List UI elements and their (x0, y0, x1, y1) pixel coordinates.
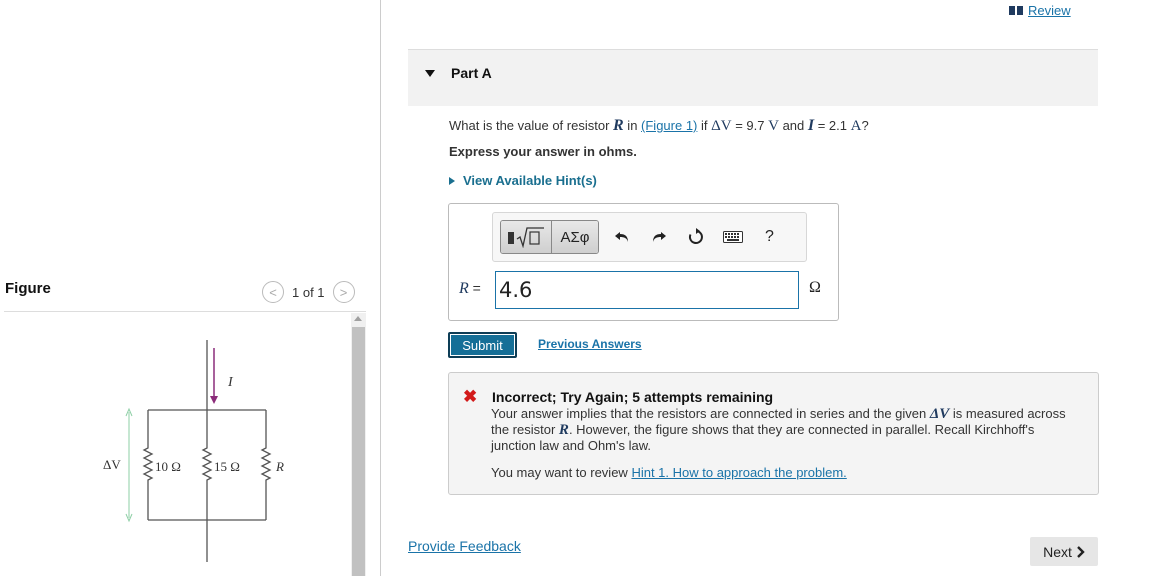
square-root-template-icon (508, 227, 544, 248)
resistor-10-ohm (142, 410, 154, 520)
prev-figure-button[interactable]: < (262, 281, 284, 303)
provide-feedback-link[interactable]: Provide Feedback (408, 538, 521, 554)
voltage-label: ΔV (103, 457, 121, 472)
collapse-arrow-icon[interactable] (425, 70, 435, 77)
question-text: What is the value of resistor R in (Figu… (449, 117, 869, 134)
view-hints-link[interactable]: View Available Hint(s) (449, 173, 597, 188)
figure-panel: Figure < 1 of 1 > I 10 Ω 15 Ω R ΔV (0, 0, 381, 576)
figure-title: Figure (5, 280, 51, 297)
answer-box: ΑΣφ ? R = 4.6 Ω (448, 203, 839, 321)
hint-link[interactable]: Hint 1. How to approach the problem. (631, 465, 846, 480)
symbols-button[interactable]: ΑΣφ (551, 221, 598, 253)
scroll-thumb[interactable] (352, 327, 365, 576)
instruction-text: Express your answer in ohms. (449, 144, 637, 159)
next-label: Next (1043, 543, 1072, 560)
hints-label: View Available Hint(s) (463, 173, 597, 188)
redo-icon[interactable] (640, 221, 677, 253)
help-button[interactable]: ? (751, 221, 788, 253)
book-icon (1009, 6, 1024, 15)
keyboard-icon[interactable] (714, 221, 751, 253)
resistor-label-r: R (275, 459, 284, 474)
incorrect-x-icon: ✖ (463, 387, 478, 406)
feedback-text: Your answer implies that the resistors a… (491, 406, 1066, 453)
answer-label: R = (459, 280, 481, 297)
feedback-title: Incorrect; Try Again; 5 attempts remaini… (492, 389, 774, 405)
question-panel: Review Part A What is the value of resis… (382, 0, 1149, 576)
circuit-diagram: I 10 Ω 15 Ω R ΔV (103, 340, 284, 562)
answer-unit: Ω (809, 279, 821, 296)
resistor-label-15: 15 Ω (214, 459, 240, 474)
math-toolbar: ΑΣφ ? (492, 212, 807, 262)
reset-icon[interactable] (677, 221, 714, 253)
review-label: Review (1028, 3, 1071, 18)
expand-arrow-icon (449, 176, 455, 185)
feedback-box: ✖ Incorrect; Try Again; 5 attempts remai… (448, 372, 1099, 495)
var-r: R (613, 117, 624, 134)
current-arrowhead (210, 396, 218, 404)
chevron-right-icon (1077, 545, 1085, 558)
next-figure-button[interactable]: > (332, 281, 355, 303)
feedback-review: You may want to review Hint 1. How to ap… (491, 465, 847, 480)
figure-divider (4, 311, 366, 312)
part-a-header[interactable]: Part A (408, 50, 1098, 106)
answer-input[interactable]: 4.6 (495, 271, 799, 309)
figure-page-count: 1 of 1 (292, 284, 325, 300)
resistor-r (260, 410, 272, 520)
template-buttons: ΑΣφ (500, 220, 599, 254)
part-a-label: Part A (451, 65, 492, 81)
figure-scrollbar[interactable] (351, 313, 366, 576)
next-button[interactable]: Next (1030, 537, 1098, 566)
resistor-label-10: 10 Ω (155, 459, 181, 474)
figure-link[interactable]: (Figure 1) (641, 118, 697, 133)
figure-pager: < 1 of 1 > (262, 281, 355, 303)
current-label: I (227, 375, 234, 390)
scroll-up-icon[interactable] (354, 316, 362, 321)
square-root-template-button[interactable] (501, 221, 551, 253)
submit-button[interactable]: Submit (448, 332, 517, 358)
review-link[interactable]: Review (1009, 3, 1071, 18)
resistor-15-ohm (201, 410, 213, 520)
previous-answers-link[interactable]: Previous Answers (538, 337, 642, 351)
undo-icon[interactable] (603, 221, 640, 253)
